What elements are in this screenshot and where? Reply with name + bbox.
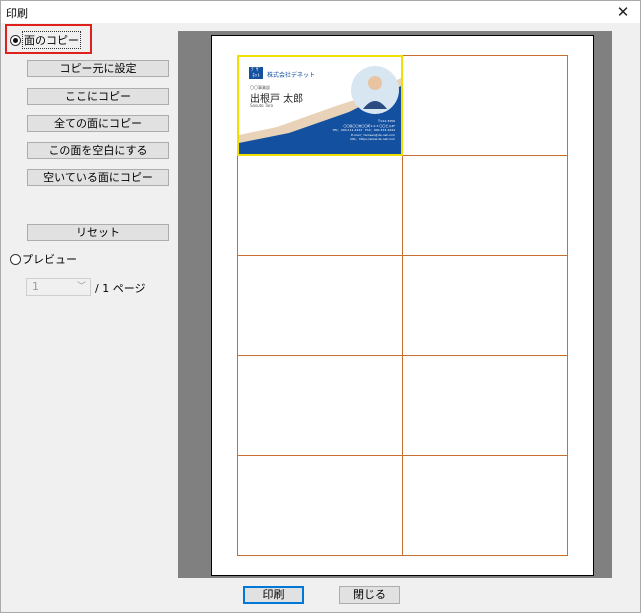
preview-mode-radio[interactable]: プレビュー: [10, 251, 77, 267]
business-card-face-1[interactable]: ﾃﾞｻﾞ ﾈｯﾄ 株式会社デネット 〇〇事業部 出根戸 太郎 Sasuto Ta…: [237, 55, 403, 156]
window-title: 印刷: [6, 7, 28, 20]
copy-mode-label: 面のコピー: [22, 31, 81, 49]
set-copy-source-button[interactable]: コピー元に設定: [27, 60, 169, 77]
preview-mode-label: プレビュー: [22, 253, 77, 266]
grid-divider-row-4: [237, 455, 568, 456]
page-select[interactable]: 1 ﹀: [26, 278, 91, 296]
print-dialog: 印刷 ✕ 面のコピー コピー元に設定 ここにコピー 全ての面にコピー この面を空…: [0, 0, 641, 613]
page-select-value: 1: [32, 280, 39, 293]
copy-all-button[interactable]: 全ての面にコピー: [27, 115, 169, 132]
page-total-label: / 1 ページ: [95, 282, 146, 295]
reset-button[interactable]: リセット: [27, 224, 169, 241]
clear-face-button[interactable]: この面を空白にする: [27, 142, 169, 159]
card-info-line: URL：https://www.de-net.com: [350, 137, 395, 141]
copy-mode-radio[interactable]: 面のコピー: [10, 31, 81, 49]
radio-checked-icon: [10, 34, 21, 46]
grid-divider-row-2: [237, 255, 568, 256]
card-info-line: TEL：000-111-2222 FAX：000-333-4444: [332, 128, 395, 132]
card-contact-info: 〒012-3456 〇〇県〇〇市〇〇町1-2-3 〇〇ビル4F TEL：000-…: [333, 119, 395, 142]
close-button[interactable]: 閉じる: [339, 586, 400, 604]
grid-divider-row-3: [237, 355, 568, 356]
close-icon[interactable]: ✕: [614, 3, 632, 21]
copy-to-empty-button[interactable]: 空いている面にコピー: [27, 169, 169, 186]
card-company-name: 株式会社デネット: [267, 72, 316, 79]
radio-unchecked-icon: [10, 253, 21, 265]
company-logo: ﾃﾞｻﾞ ﾈｯﾄ: [249, 67, 263, 79]
chevron-down-icon: ﹀: [76, 282, 86, 292]
print-button[interactable]: 印刷: [243, 586, 304, 604]
copy-here-button[interactable]: ここにコピー: [27, 88, 169, 105]
card-person-name-roman: Sasuto Taro: [250, 103, 274, 108]
title-bar: 印刷 ✕: [1, 1, 640, 23]
